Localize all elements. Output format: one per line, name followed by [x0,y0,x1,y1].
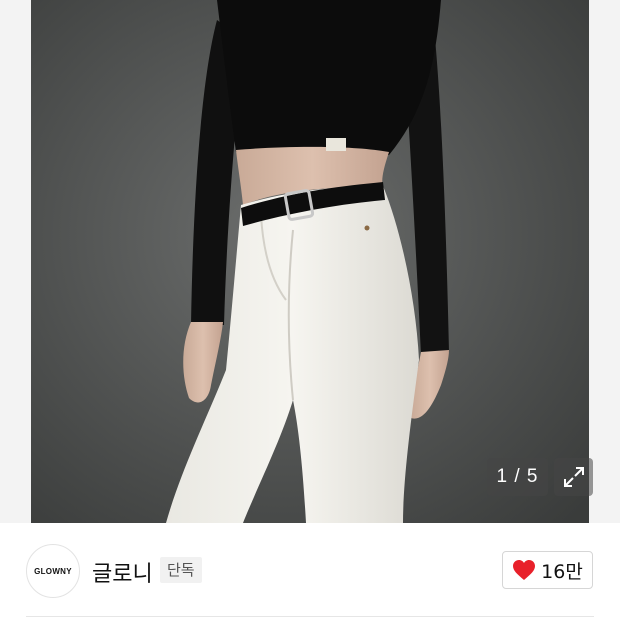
heart-icon [513,560,536,580]
exclusive-badge: 단독 [160,557,202,583]
expand-icon [563,467,584,487]
product-image-gallery[interactable]: 1 / 5 [0,0,620,523]
divider [26,616,594,617]
image-counter: 1 / 5 [487,458,548,496]
product-photo[interactable] [31,0,589,523]
like-count: 16만 [541,560,583,583]
like-button[interactable]: 16만 [502,551,593,589]
brand-bar: GLOWNY 글로니 단독 16만 [0,523,620,620]
brand-name[interactable]: 글로니 [92,556,153,588]
brand-logo-text: GLOWNY [34,566,72,576]
brand-logo[interactable]: GLOWNY [26,544,80,598]
fullscreen-button[interactable] [554,458,593,496]
